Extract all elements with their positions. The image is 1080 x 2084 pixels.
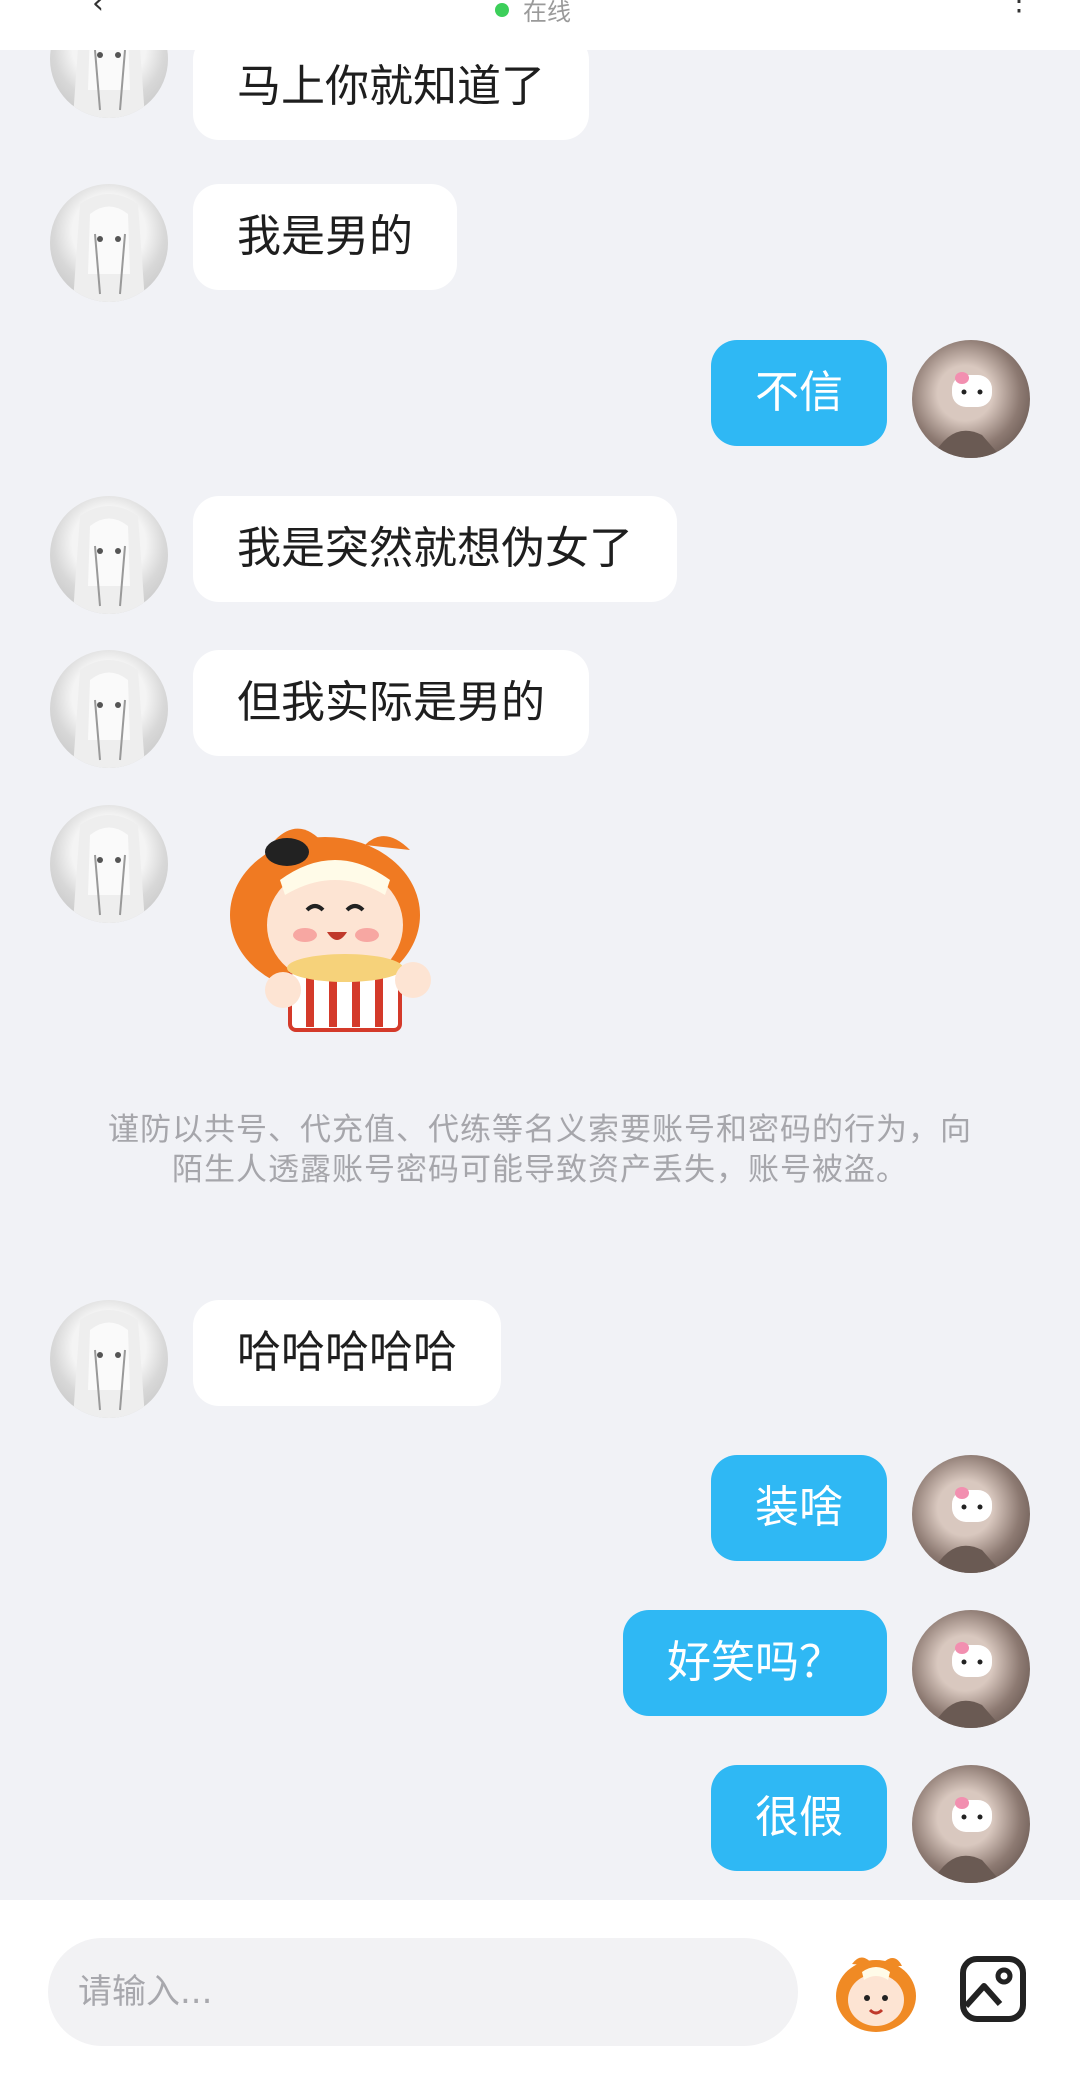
- avatar[interactable]: [50, 496, 168, 614]
- emoji-icon[interactable]: [832, 1950, 920, 2034]
- message-bubble[interactable]: 好笑吗？: [623, 1610, 887, 1716]
- chat-header: ‹ 在线 ⋮: [0, 0, 1080, 50]
- message-bubble[interactable]: 不信: [711, 340, 887, 446]
- message-list[interactable]: 马上你就知道了 我是男的 不信 我是突然就想伪女了 但我实际是男的 谨防以共号、…: [0, 50, 1080, 1900]
- message-bubble[interactable]: 哈哈哈哈哈: [193, 1300, 501, 1406]
- popcorn-girl-sticker[interactable]: [215, 820, 495, 1050]
- message-bubble[interactable]: 但我实际是男的: [193, 650, 589, 756]
- composer-bar: [0, 1900, 1080, 2084]
- message-bubble[interactable]: 马上你就知道了: [193, 50, 589, 140]
- avatar[interactable]: [50, 1300, 168, 1418]
- avatar[interactable]: [50, 50, 168, 118]
- message-bubble[interactable]: 我是突然就想伪女了: [193, 496, 677, 602]
- avatar[interactable]: [912, 1610, 1030, 1728]
- message-input[interactable]: [48, 1938, 798, 2046]
- status-label: 在线: [523, 0, 571, 26]
- online-dot-icon: [495, 2, 509, 17]
- online-status: 在线: [495, 0, 571, 27]
- message-bubble[interactable]: 很假: [711, 1765, 887, 1871]
- safety-notice: 谨防以共号、代充值、代练等名义索要账号和密码的行为，向陌生人透露账号密码可能导致…: [108, 1112, 972, 1188]
- image-icon[interactable]: [958, 1954, 1028, 2024]
- avatar[interactable]: [912, 340, 1030, 458]
- message-bubble[interactable]: 我是男的: [193, 184, 457, 290]
- avatar[interactable]: [912, 1765, 1030, 1883]
- more-icon[interactable]: ⋮: [1005, 0, 1033, 17]
- message-bubble[interactable]: 装啥: [711, 1455, 887, 1561]
- avatar[interactable]: [50, 184, 168, 302]
- back-icon[interactable]: ‹: [92, 0, 104, 21]
- avatar[interactable]: [50, 805, 168, 923]
- avatar[interactable]: [50, 650, 168, 768]
- avatar[interactable]: [912, 1455, 1030, 1573]
